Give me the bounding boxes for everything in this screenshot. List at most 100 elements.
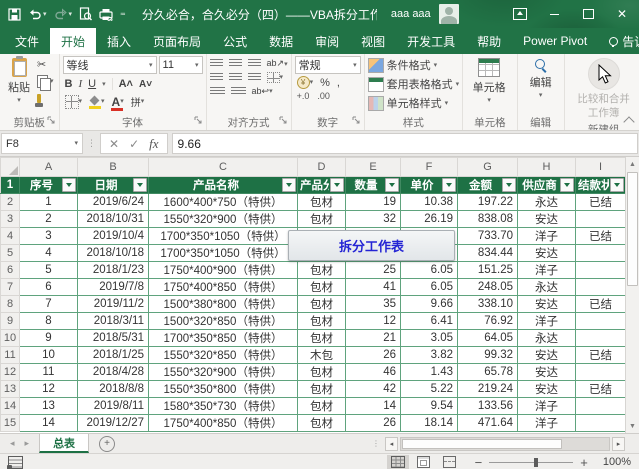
cell[interactable]: 洋子 (517, 227, 576, 245)
column-header-A[interactable]: A (19, 157, 78, 177)
ribbon-tab-9[interactable]: 开发工具 (396, 28, 466, 54)
cell[interactable]: 1750*400*850（特供） (148, 278, 298, 296)
undo-icon[interactable]: ▾ (28, 8, 47, 20)
cell[interactable]: 21 (345, 329, 401, 347)
row-header[interactable]: 14 (0, 397, 20, 415)
row-header[interactable]: 5 (0, 244, 20, 262)
cell[interactable]: 2019/10/4 (77, 227, 149, 245)
page-break-view-button[interactable] (439, 455, 461, 469)
table-header-cell[interactable]: 产品名称 (148, 176, 298, 194)
cell[interactable]: 733.70 (457, 227, 518, 245)
cell[interactable]: 安达 (517, 380, 576, 398)
scroll-down-icon[interactable]: ▼ (626, 419, 639, 433)
column-header-D[interactable]: D (297, 157, 346, 177)
column-header-H[interactable]: H (517, 157, 576, 177)
cell[interactable]: 76.92 (457, 312, 518, 330)
cell[interactable]: 6 (19, 278, 78, 296)
cell[interactable]: 9.54 (400, 397, 458, 415)
ribbon-tab-5[interactable]: 公式 (212, 28, 258, 54)
name-box-dropdown-icon[interactable]: ▾ (74, 140, 78, 147)
merge-center-button[interactable]: ▾ (266, 72, 283, 83)
cell[interactable]: 6.05 (400, 261, 458, 279)
number-format-select[interactable]: 常规 ▾ (294, 56, 361, 74)
filter-button[interactable] (502, 178, 516, 192)
table-header-cell[interactable]: 结款状态 (575, 176, 626, 194)
cell[interactable]: 14 (19, 414, 78, 432)
cell[interactable]: 8 (19, 312, 78, 330)
cell[interactable]: 洋子 (517, 397, 576, 415)
align-bottom-icon[interactable] (247, 59, 261, 68)
cell[interactable]: 1700*350*1050（特供） (148, 227, 298, 245)
cell[interactable]: 3 (19, 227, 78, 245)
cell[interactable]: 包材 (297, 329, 346, 347)
column-header-C[interactable]: C (148, 157, 298, 177)
previous-sheet-icon[interactable]: ◂ (10, 438, 15, 449)
clipboard-dialog-launcher-icon[interactable] (47, 115, 55, 127)
row-header[interactable]: 4 (0, 227, 20, 245)
cell[interactable]: 2018/10/31 (77, 210, 149, 228)
alignment-dialog-launcher-icon[interactable] (279, 115, 287, 127)
cell[interactable]: 1600*400*750（特供） (148, 193, 298, 211)
row-header[interactable]: 8 (0, 295, 20, 313)
column-header-E[interactable]: E (345, 157, 401, 177)
underline-button[interactable]: U (88, 78, 96, 90)
cell[interactable]: 10.38 (400, 193, 458, 211)
table-header-cell[interactable]: 序号 (19, 176, 78, 194)
ribbon-tab-7[interactable]: 审阅 (304, 28, 350, 54)
filter-button[interactable] (330, 178, 344, 192)
cell[interactable]: 18.14 (400, 414, 458, 432)
cell[interactable]: 包材 (297, 278, 346, 296)
normal-view-button[interactable] (386, 454, 409, 469)
align-right-icon[interactable] (247, 73, 261, 82)
ribbon-tab-11[interactable]: Power Pivot (512, 28, 598, 54)
cell[interactable] (575, 278, 626, 296)
filter-button[interactable] (385, 178, 399, 192)
cell[interactable]: 2018/8/8 (77, 380, 149, 398)
cell-styles-button[interactable]: 单元格样式 ▾ (367, 95, 460, 111)
cell[interactable]: 包材 (297, 397, 346, 415)
cell[interactable]: 1.43 (400, 363, 458, 381)
fill-color-button[interactable]: ▾ (89, 97, 105, 109)
cell[interactable]: 安达 (517, 295, 576, 313)
account-name[interactable]: aaa aaa (391, 8, 431, 20)
cell[interactable]: 65.78 (457, 363, 518, 381)
filter-button[interactable] (133, 178, 147, 192)
cell[interactable]: 1550*320*850（特供） (148, 346, 298, 364)
cell[interactable]: 35 (345, 295, 401, 313)
horizontal-scrollbar[interactable]: ⋮ ◂ ▸ (372, 434, 625, 453)
tab-split-handle[interactable]: ⋮ (372, 439, 380, 448)
cell[interactable]: 99.32 (457, 346, 518, 364)
zoom-slider-thumb[interactable] (534, 457, 539, 467)
cell[interactable]: 25 (345, 261, 401, 279)
font-name-select[interactable]: 等线 ▾ (62, 56, 157, 74)
table-header-cell[interactable]: 产品分类 (297, 176, 346, 194)
close-icon[interactable]: ✕ (605, 0, 639, 28)
cell[interactable]: 包材 (297, 210, 346, 228)
next-sheet-icon[interactable]: ▸ (25, 438, 30, 449)
row-header[interactable]: 15 (0, 414, 20, 432)
confirm-entry-icon[interactable]: ✓ (129, 137, 139, 151)
align-middle-icon[interactable] (228, 59, 242, 68)
cell[interactable]: 838.08 (457, 210, 518, 228)
cell[interactable]: 永达 (517, 193, 576, 211)
decrease-decimal-button[interactable]: .00 (317, 91, 330, 101)
cell[interactable] (575, 261, 626, 279)
align-center-icon[interactable] (228, 73, 242, 82)
cell[interactable]: 1700*350*1050（特供） (148, 244, 298, 262)
column-header-I[interactable]: I (575, 157, 626, 177)
cell[interactable]: 3.05 (400, 329, 458, 347)
cell[interactable]: 12 (19, 380, 78, 398)
cell[interactable]: 2018/3/11 (77, 312, 149, 330)
cell[interactable]: 1500*380*800（特供） (148, 295, 298, 313)
table-header-cell[interactable]: 金额 (457, 176, 518, 194)
comma-style-button[interactable]: , (337, 77, 340, 89)
zoom-level[interactable]: 100% (603, 456, 631, 468)
cell[interactable] (575, 210, 626, 228)
cell[interactable]: 2019/12/27 (77, 414, 149, 432)
decrease-indent-icon[interactable] (209, 87, 225, 96)
sheet-tab-summary[interactable]: 总表 (39, 434, 90, 453)
cell[interactable]: 1550*320*900（特供） (148, 363, 298, 381)
cell[interactable]: 已结 (575, 193, 626, 211)
filter-button[interactable] (442, 178, 456, 192)
save-icon[interactable] (8, 7, 21, 21)
